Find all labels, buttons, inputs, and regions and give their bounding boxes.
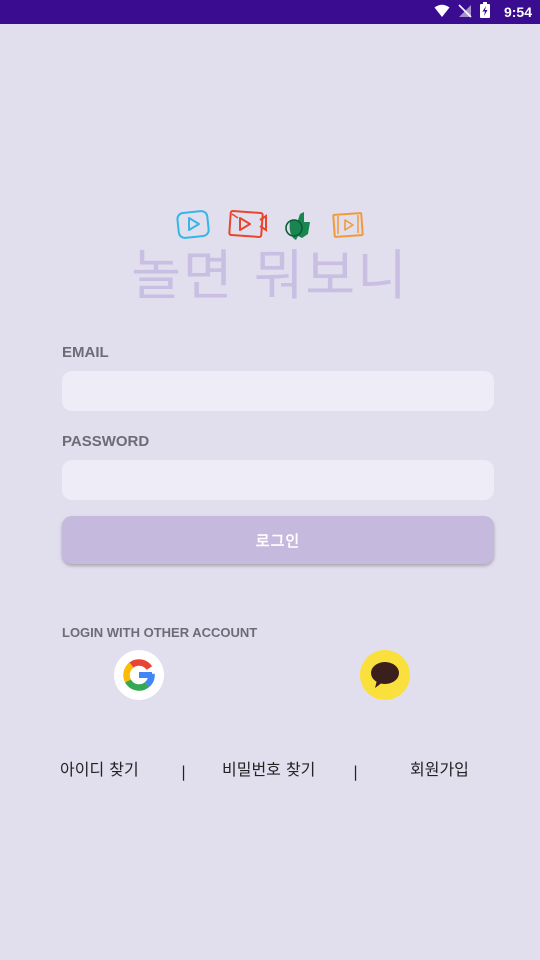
email-label: EMAIL (62, 344, 109, 361)
password-field[interactable] (62, 460, 494, 500)
separator-2: | (353, 763, 359, 781)
other-account-label: LOGIN WITH OTHER ACCOUNT (62, 625, 258, 640)
email-field[interactable] (62, 371, 494, 411)
find-password-link[interactable]: 비밀번호 찾기 (222, 758, 315, 782)
play-icon-blue (176, 210, 210, 239)
signup-link[interactable]: 회원가입 (410, 758, 469, 782)
google-icon (114, 659, 164, 704)
film-icon-orange (332, 212, 364, 238)
status-time: 9:54 (503, 4, 532, 20)
find-id-link[interactable]: 아이디 찾기 (60, 758, 139, 782)
login-button-label: 로그인 (255, 531, 301, 550)
status-bar: 9:54 (0, 0, 540, 24)
video-camera-icon-red (228, 210, 267, 238)
no-signal-icon (458, 3, 472, 22)
status-icons: 9:54 (434, 0, 532, 24)
thumbs-up-icon-green (285, 212, 310, 240)
kakao-talk-icon (360, 662, 410, 704)
kakao-login-button[interactable] (360, 650, 410, 700)
password-label: PASSWORD (62, 433, 150, 450)
battery-charging-icon (479, 2, 490, 22)
wifi-icon (434, 3, 450, 22)
login-button[interactable]: 로그인 (62, 516, 494, 564)
google-login-button[interactable] (114, 650, 164, 700)
separator-1: | (181, 763, 187, 781)
app-logo-text: 놀면 뭐보니 (131, 244, 409, 307)
